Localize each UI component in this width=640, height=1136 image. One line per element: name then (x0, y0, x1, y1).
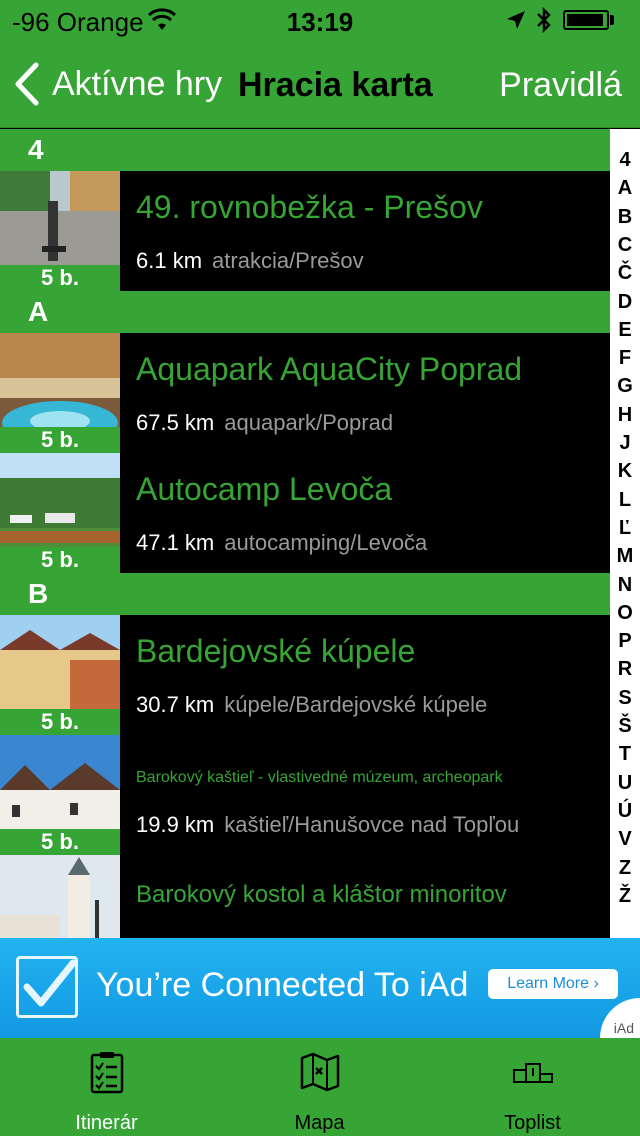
place-meta: 67.5 km aquapark/Poprad (136, 410, 393, 436)
section-header-4: 4 (0, 129, 610, 171)
place-photo: 5 b. (0, 735, 120, 855)
battery-tip (610, 15, 614, 25)
back-button-label: Aktívne hry (52, 64, 223, 103)
place-distance: 30.7 km (136, 692, 215, 717)
index-letter[interactable]: Z (610, 857, 640, 880)
tab-itinerar[interactable]: Itinerár (0, 1038, 213, 1136)
list-item[interactable]: Barokový kostol a kláštor minoritov (0, 855, 610, 938)
index-letter[interactable]: C (610, 234, 640, 257)
index-letter[interactable]: P (610, 630, 640, 653)
index-letter[interactable]: N (610, 574, 640, 597)
place-distance: 19.9 km (136, 812, 215, 837)
place-name: Aquapark AquaCity Poprad (136, 351, 523, 387)
place-meta: 47.1 km autocamping/Levoča (136, 530, 427, 556)
tab-label: Mapa (294, 1112, 345, 1134)
index-letter[interactable]: J (610, 432, 640, 455)
index-letter[interactable]: H (610, 404, 640, 427)
index-letter[interactable]: Ž (610, 885, 640, 908)
index-letter[interactable]: G (610, 375, 640, 398)
tab-bar: Itinerár Mapa Toplist (0, 1038, 640, 1136)
tab-label: Itinerár (75, 1112, 138, 1134)
section-header-a: A (0, 291, 610, 333)
index-letter[interactable]: L (610, 489, 640, 512)
index-letter[interactable]: S (610, 687, 640, 710)
place-distance: 67.5 km (136, 410, 215, 435)
list-item[interactable]: 5 b. Barokový kaštieľ - vlastivedné múze… (0, 735, 610, 855)
map-icon (300, 1052, 339, 1092)
place-category: autocamping/Levoča (224, 530, 428, 555)
index-letter[interactable]: Š (610, 715, 640, 738)
index-letter[interactable]: T (610, 743, 640, 766)
places-list[interactable]: 4 5 b. 49. rovnobežka - Prešov 6.1 km atr… (0, 129, 610, 938)
tab-mapa[interactable]: Mapa (213, 1038, 426, 1136)
battery-icon (563, 10, 609, 30)
tab-label: Toplist (504, 1112, 561, 1134)
index-letter[interactable]: 4 (610, 149, 640, 172)
points-badge: 5 b. (0, 829, 120, 855)
tab-toplist[interactable]: Toplist (426, 1038, 639, 1136)
list-item[interactable]: 5 b. Aquapark AquaCity Poprad 67.5 km aqu… (0, 333, 610, 453)
place-meta: 19.9 km kaštieľ/Hanušovce nad Topľou (136, 812, 519, 838)
iad-logo: iAd (613, 1020, 634, 1036)
index-letter[interactable]: Č (610, 262, 640, 285)
index-letter[interactable]: K (610, 460, 640, 483)
ad-headline: You’re Connected To iAd (96, 966, 469, 1004)
rules-button[interactable]: Pravidlá (499, 66, 622, 105)
clipboard-checklist-icon (90, 1052, 123, 1094)
place-category: kúpele/Bardejovské kúpele (224, 692, 488, 717)
place-category: atrakcia/Prešov (212, 248, 364, 273)
points-badge: 5 b. (0, 427, 120, 453)
page-title: Hracia karta (238, 66, 433, 104)
index-letter[interactable]: M (610, 545, 640, 568)
place-name: Bardejovské kúpele (136, 633, 416, 669)
status-bar: -96 Orange 13:19 (0, 0, 640, 40)
place-photo: 5 b. (0, 333, 120, 453)
place-distance: 6.1 km (136, 248, 203, 273)
iad-banner[interactable]: You’re Connected To iAd Learn More › iAd (0, 938, 640, 1038)
place-photo: 5 b. (0, 453, 120, 573)
list-item[interactable]: 5 b. Bardejovské kúpele 30.7 km kúpele/Ba… (0, 615, 610, 735)
list-item[interactable]: 5 b. 49. rovnobežka - Prešov 6.1 km atrak… (0, 171, 610, 291)
chevron-left-icon (15, 62, 39, 106)
back-button[interactable]: Aktívne hry (14, 62, 222, 106)
place-distance: 47.1 km (136, 530, 215, 555)
place-photo: 5 b. (0, 615, 120, 735)
index-letter[interactable]: R (610, 658, 640, 681)
place-photo (0, 855, 120, 938)
place-photo: 5 b. (0, 171, 120, 291)
place-name: 49. rovnobežka - Prešov (136, 189, 483, 225)
place-meta: 6.1 km atrakcia/Prešov (136, 248, 364, 274)
index-letter[interactable]: A (610, 177, 640, 200)
index-letter[interactable]: U (610, 772, 640, 795)
bluetooth-icon (537, 7, 551, 33)
location-arrow-icon (507, 11, 525, 29)
checkmark-icon (16, 956, 78, 1018)
index-letter[interactable]: Ľ (610, 517, 640, 540)
section-index[interactable]: 4 ABCČDEFGHJKLĽMNOPRSŠTUÚVZŽ (610, 129, 640, 938)
learn-more-button[interactable]: Learn More › (488, 969, 618, 999)
points-badge: 5 b. (0, 547, 120, 573)
index-letter[interactable]: F (610, 347, 640, 370)
index-letter[interactable]: Ú (610, 800, 640, 823)
points-badge: 5 b. (0, 265, 120, 291)
index-letter[interactable]: V (610, 828, 640, 851)
place-meta: 30.7 km kúpele/Bardejovské kúpele (136, 692, 487, 718)
list-item[interactable]: 5 b. Autocamp Levoča 47.1 km autocamping/… (0, 453, 610, 573)
place-name: Autocamp Levoča (136, 471, 393, 507)
place-category: aquapark/Poprad (224, 410, 394, 435)
index-letter[interactable]: E (610, 319, 640, 342)
index-letter[interactable]: D (610, 291, 640, 314)
podium-icon (512, 1063, 553, 1083)
index-letter[interactable]: O (610, 602, 640, 625)
place-name: Barokový kaštieľ - vlastivedné múzeum, a… (136, 769, 503, 786)
navigation-bar: Aktívne hry Hracia karta Pravidlá (0, 40, 640, 128)
points-badge: 5 b. (0, 709, 120, 735)
section-header-b: B (0, 573, 610, 615)
index-letter[interactable]: B (610, 206, 640, 229)
place-category: kaštieľ/Hanušovce nad Topľou (224, 812, 520, 837)
place-name: Barokový kostol a kláštor minoritov (136, 881, 507, 908)
